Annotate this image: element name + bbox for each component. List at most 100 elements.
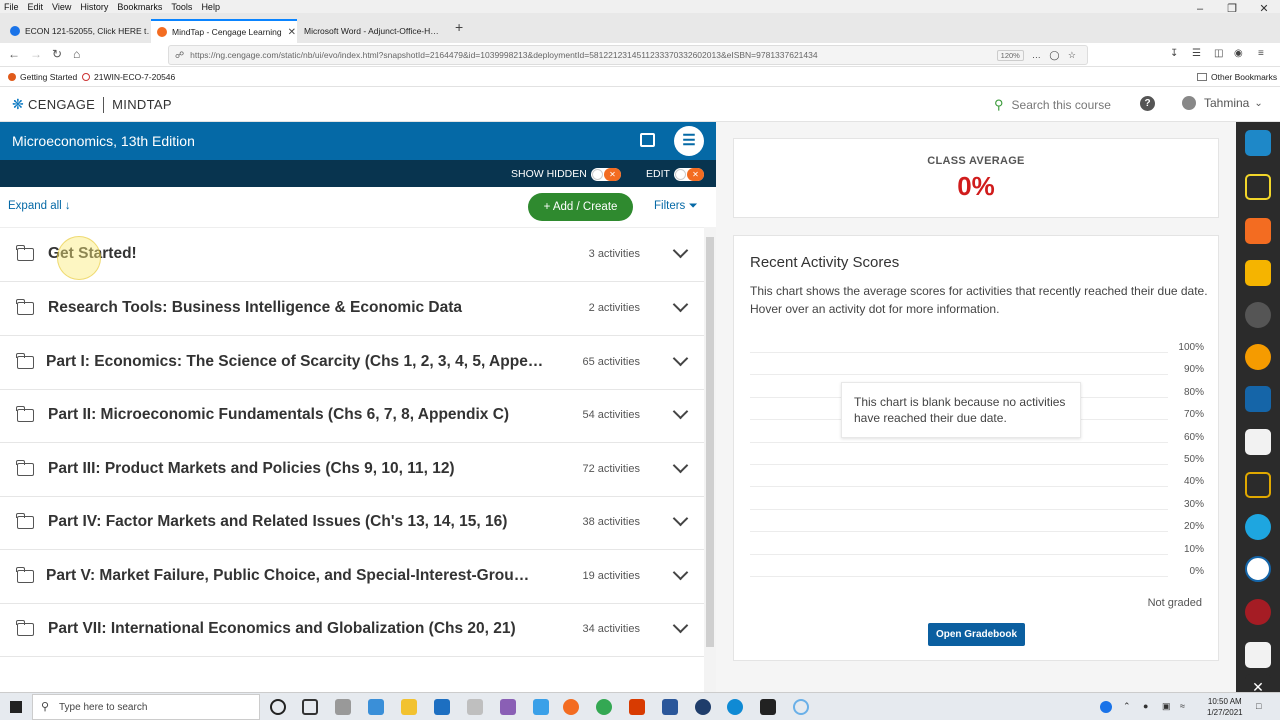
- menu-help[interactable]: Help: [201, 2, 220, 12]
- unit-row[interactable]: Part I: Economics: The Science of Scarci…: [0, 336, 704, 390]
- bookmark-course[interactable]: 21WIN-ECO-7-20546: [82, 72, 175, 82]
- chrome-icon[interactable]: [596, 699, 612, 715]
- app-icon[interactable]: [467, 699, 483, 715]
- help-icon[interactable]: ?: [1140, 96, 1155, 111]
- menu-history[interactable]: History: [80, 2, 108, 12]
- tab-econ[interactable]: ECON 121-52055, Click HERE t… ✕: [4, 19, 150, 43]
- cengage-logo[interactable]: ❋ CENGAGE MINDTAP: [12, 96, 172, 113]
- app-icon[interactable]: [335, 699, 351, 715]
- office-icon[interactable]: [629, 699, 645, 715]
- filters-button[interactable]: Filters ⏷: [654, 200, 698, 213]
- r-icon[interactable]: [695, 699, 711, 715]
- add-create-button[interactable]: + Add / Create: [528, 193, 633, 221]
- file-explorer-icon[interactable]: [401, 699, 417, 715]
- briefcase-icon[interactable]: [1245, 130, 1271, 156]
- account-icon[interactable]: ◉: [1234, 48, 1243, 59]
- unit-row[interactable]: Part III: Product Markets and Policies (…: [0, 443, 704, 497]
- course-search[interactable]: ⚲ Search this course: [994, 97, 1111, 113]
- unit-name[interactable]: Research Tools: Business Intelligence & …: [48, 299, 462, 317]
- highlighter-icon[interactable]: [1245, 174, 1271, 200]
- help-tray-icon[interactable]: [1100, 701, 1112, 713]
- scribble-icon[interactable]: [1245, 472, 1271, 498]
- page-actions-icon[interactable]: … ◯ ☆: [1032, 50, 1079, 61]
- book-icon[interactable]: [1245, 386, 1271, 412]
- chevron-down-icon[interactable]: [672, 350, 689, 367]
- sidebar-icon[interactable]: ◫: [1214, 48, 1223, 59]
- chevron-down-icon[interactable]: [672, 296, 689, 313]
- unit-row[interactable]: Get Started! 3 activities: [0, 228, 704, 282]
- tab-mindtap[interactable]: MindTap - Cengage Learning ✕: [151, 19, 297, 43]
- unit-row[interactable]: Part V: Market Failure, Public Choice, a…: [0, 550, 704, 604]
- cnow-icon[interactable]: [1245, 556, 1271, 582]
- calendar-icon[interactable]: [640, 133, 655, 147]
- clock[interactable]: 10:50 AM 1/27/2021: [1207, 696, 1243, 718]
- edit-toggle[interactable]: ✕: [674, 168, 704, 181]
- keyboard-icon[interactable]: [1245, 642, 1271, 668]
- bongo-icon[interactable]: [1245, 514, 1271, 540]
- app-icon[interactable]: [368, 699, 384, 715]
- chevron-up-icon[interactable]: ⌃: [1123, 701, 1131, 712]
- scrollbar-thumb[interactable]: [706, 237, 714, 647]
- chevron-down-icon[interactable]: [672, 403, 689, 420]
- network-icon[interactable]: ▣: [1162, 701, 1171, 712]
- back-icon[interactable]: ←: [8, 47, 20, 61]
- mail-icon[interactable]: [434, 699, 450, 715]
- app-icon[interactable]: [533, 699, 549, 715]
- unit-name[interactable]: Part V: Market Failure, Public Choice, a…: [46, 567, 529, 585]
- unit-name[interactable]: Part I: Economics: The Science of Scarci…: [46, 353, 543, 371]
- other-bookmarks[interactable]: Other Bookmarks: [1197, 72, 1277, 82]
- app-icon[interactable]: [793, 699, 809, 715]
- unit-name[interactable]: Part II: Microeconomic Fundamentals (Chs…: [48, 406, 509, 424]
- app-icon[interactable]: [500, 699, 516, 715]
- menu-bookmarks[interactable]: Bookmarks: [117, 2, 162, 12]
- list-scrollbar[interactable]: [704, 227, 716, 692]
- chevron-down-icon[interactable]: [672, 510, 689, 527]
- zoom-level[interactable]: 120%: [996, 49, 1024, 61]
- notes-icon[interactable]: [1245, 429, 1271, 455]
- reload-icon[interactable]: ↻: [52, 47, 62, 61]
- taskbar-search[interactable]: ⚲ Type here to search: [32, 694, 260, 720]
- task-view-icon[interactable]: [302, 699, 318, 715]
- unit-name[interactable]: Part III: Product Markets and Policies (…: [48, 460, 455, 478]
- unit-name[interactable]: Part VII: International Economics and Gl…: [48, 620, 516, 638]
- unit-row[interactable]: Part IV: Factor Markets and Related Issu…: [0, 496, 704, 550]
- unit-name[interactable]: Part IV: Factor Markets and Related Issu…: [48, 513, 507, 531]
- a-z-icon[interactable]: [1245, 260, 1271, 286]
- firefox-icon[interactable]: [563, 699, 579, 715]
- chevron-down-icon[interactable]: [672, 457, 689, 474]
- tab-word[interactable]: Microsoft Word - Adjunct-Office-H… ✕: [298, 19, 446, 43]
- bookmark-getting-started[interactable]: Getting Started: [8, 72, 77, 82]
- expand-all-button[interactable]: Expand all ↓: [8, 200, 71, 212]
- unit-row[interactable]: Research Tools: Business Intelligence & …: [0, 282, 704, 336]
- unit-row[interactable]: Part VII: International Economics and Gl…: [0, 603, 704, 657]
- close-tab-icon[interactable]: ✕: [439, 26, 446, 37]
- home-icon[interactable]: ⌂: [73, 47, 80, 61]
- chevron-down-icon[interactable]: [672, 242, 689, 259]
- aplia-icon[interactable]: [1245, 599, 1271, 625]
- edge-icon[interactable]: [727, 699, 743, 715]
- cortana-icon[interactable]: [270, 699, 286, 715]
- chevron-down-icon[interactable]: [672, 564, 689, 581]
- notifications-icon[interactable]: □: [1256, 701, 1261, 711]
- mic-icon[interactable]: ●: [1143, 701, 1148, 711]
- menu-edit[interactable]: Edit: [28, 2, 44, 12]
- unit-row[interactable]: Part II: Microeconomic Fundamentals (Chs…: [0, 389, 704, 443]
- menu-view[interactable]: View: [52, 2, 71, 12]
- new-tab-icon[interactable]: +: [455, 19, 463, 35]
- progress-icon[interactable]: [1245, 344, 1271, 370]
- forward-icon[interactable]: →: [30, 47, 42, 61]
- download-icon[interactable]: ↧: [1170, 48, 1178, 59]
- close-tab-icon[interactable]: ✕: [282, 27, 296, 38]
- app-icon[interactable]: [760, 699, 776, 715]
- show-hidden-toggle[interactable]: ✕: [591, 168, 621, 181]
- app-menu-icon[interactable]: ≡: [1258, 48, 1264, 59]
- url-bar[interactable]: ☍ https://ng.cengage.com/static/nb/ui/ev…: [168, 45, 1088, 65]
- rss-icon[interactable]: [1245, 218, 1271, 244]
- word-icon[interactable]: [662, 699, 678, 715]
- library-icon[interactable]: ☰: [1192, 48, 1201, 59]
- menu-file[interactable]: File: [4, 2, 19, 12]
- menu-tools[interactable]: Tools: [171, 2, 192, 12]
- open-gradebook-button[interactable]: Open Gradebook: [928, 623, 1025, 646]
- user-menu[interactable]: Tahmina ⌄: [1182, 96, 1263, 110]
- windows-start-icon[interactable]: [10, 701, 22, 713]
